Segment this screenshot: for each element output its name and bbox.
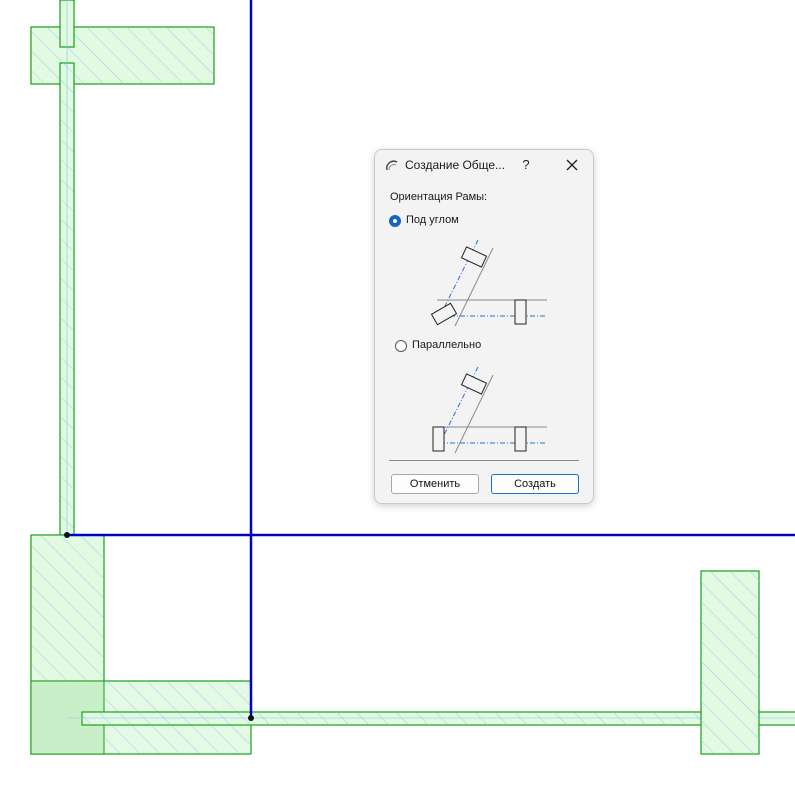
wall-horizontal-bottom[interactable]: [67, 711, 795, 726]
dialog-title: Создание Обще...: [405, 158, 506, 172]
grid-node-bottom[interactable]: [248, 715, 254, 721]
parallel-frame-diagram: [432, 366, 547, 454]
arc-app-icon: [386, 160, 398, 171]
create-frame-dialog: Создание Обще... ? Ориентация Рамы: Под …: [374, 149, 594, 504]
radio-angled[interactable]: [389, 215, 401, 227]
dialog-titlebar[interactable]: Создание Обще... ?: [375, 150, 593, 180]
option-parallel-label: Параллельно: [412, 339, 482, 351]
frame-orientation-label: Ориентация Рамы:: [390, 191, 488, 203]
create-button[interactable]: Создать: [491, 474, 579, 494]
help-button[interactable]: ?: [517, 155, 535, 175]
cancel-button[interactable]: Отменить: [391, 474, 479, 494]
dialog-divider: [389, 460, 579, 461]
angled-frame-diagram: [430, 239, 547, 327]
grid-node-top-left[interactable]: [64, 532, 70, 538]
close-icon[interactable]: [563, 156, 581, 174]
radio-parallel[interactable]: [395, 340, 407, 352]
column-top-left[interactable]: [30, 26, 215, 85]
column-bottom-right[interactable]: [700, 570, 760, 755]
option-angled-label: Под углом: [406, 214, 459, 226]
